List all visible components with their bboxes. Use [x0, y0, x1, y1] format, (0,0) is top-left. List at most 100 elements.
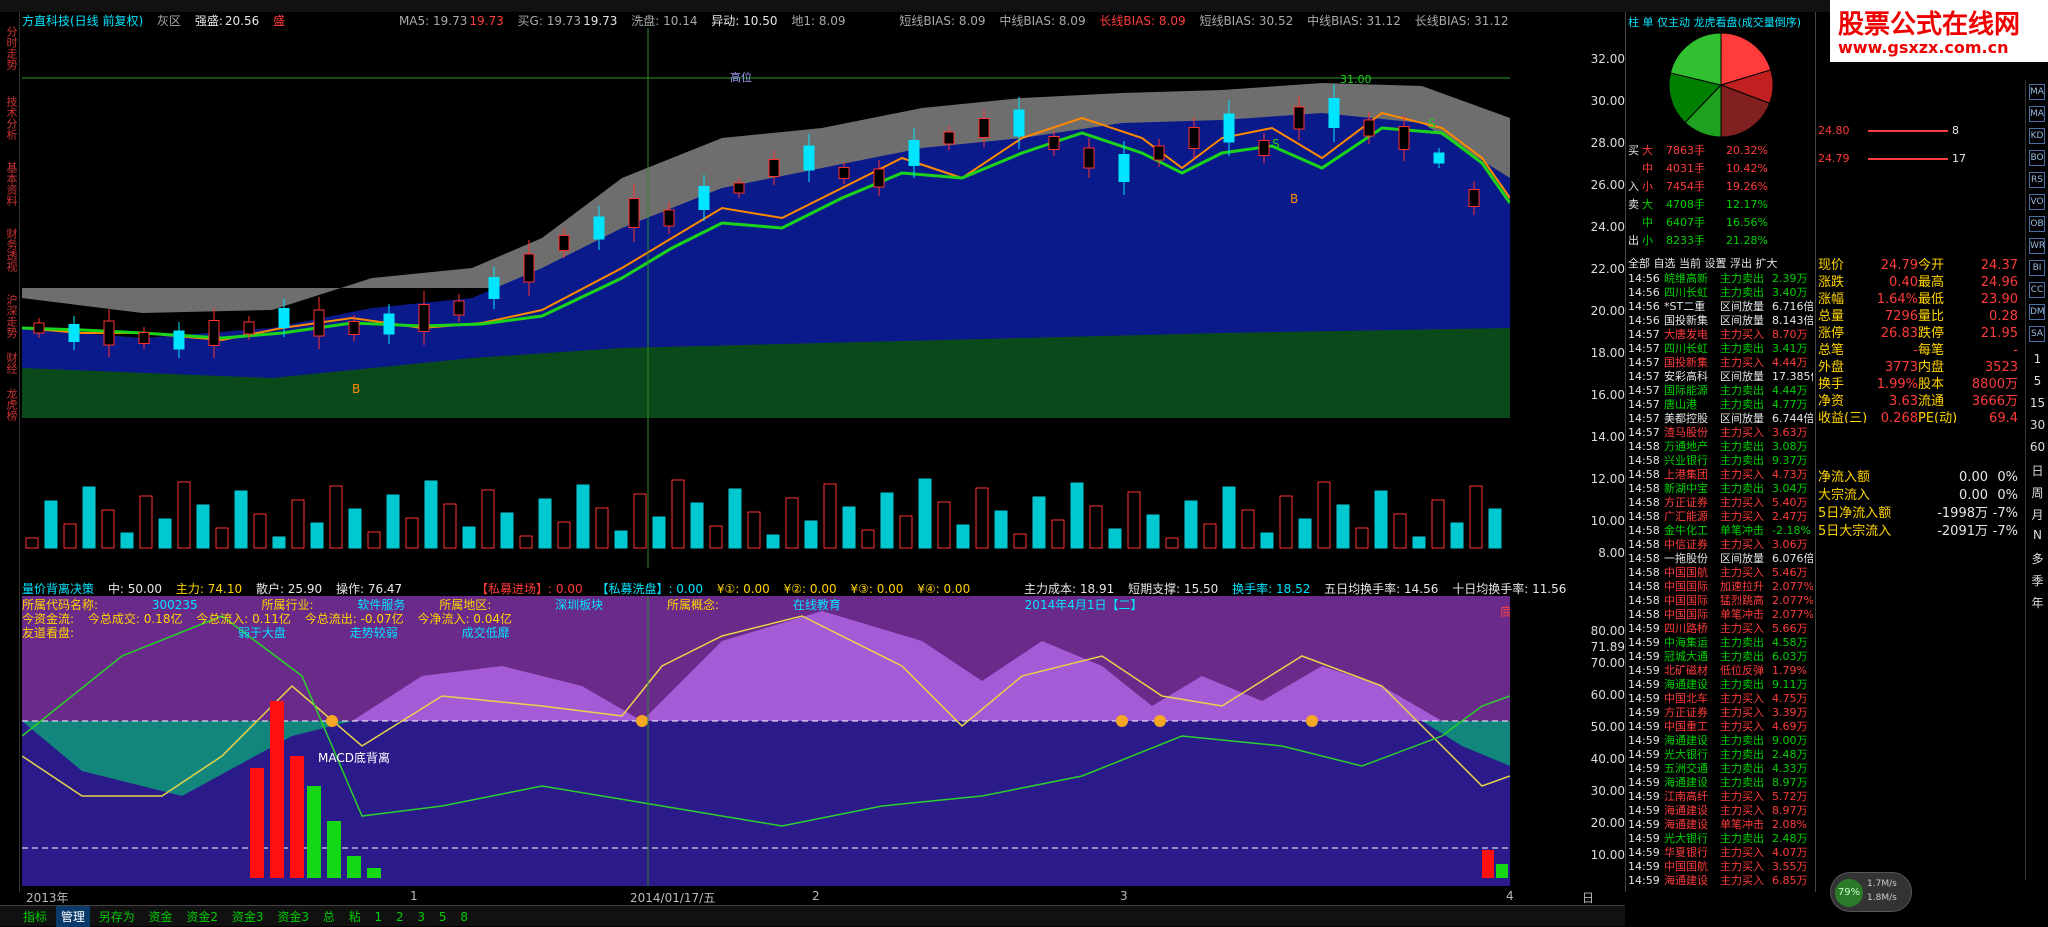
cycle-8[interactable]: N — [2026, 528, 2048, 542]
macd-icon[interactable]: MA — [2029, 106, 2045, 122]
tick-row[interactable]: 14:59 海通建设 主力卖出 8.97万 — [1628, 774, 1813, 788]
tab-3[interactable]: 3 — [412, 908, 430, 926]
cycle-6[interactable]: 周 — [2026, 484, 2048, 501]
tick-row[interactable]: 14:57 国投新集 主力买入 4.44万 — [1628, 354, 1813, 368]
vol-icon[interactable]: VO — [2029, 194, 2045, 210]
tick-row[interactable]: 14:59 海通建设 主力卖出 9.11万 — [1628, 676, 1813, 690]
tick-row[interactable]: 14:59 方正证券 主力买入 3.39万 — [1628, 704, 1813, 718]
cycle-2[interactable]: 15 — [2026, 396, 2048, 410]
tab-stick[interactable]: 粘 — [344, 906, 366, 927]
cycle-1[interactable]: 5 — [2026, 374, 2048, 388]
tick-row[interactable]: 14:57 唐山港 主力卖出 4.77万 — [1628, 396, 1813, 410]
cycle-4[interactable]: 60 — [2026, 440, 2048, 454]
cycle-7[interactable]: 月 — [2026, 506, 2048, 523]
rsi-icon[interactable]: RS — [2029, 172, 2045, 188]
axis-label: 71.89 — [1590, 640, 1625, 654]
tick-row[interactable]: 14:59 海通建设 主力买入 6.85万 — [1628, 872, 1813, 886]
tick-row[interactable]: 14:56 *ST二重 区间放量 6.716倍 — [1628, 298, 1813, 312]
tick-row[interactable]: 14:58 广汇能源 主力买入 2.47万 — [1628, 508, 1813, 522]
tick-type: 主力买入 — [1720, 804, 1764, 816]
tick-row[interactable]: 14:57 大唐发电 主力买入 8.70万 — [1628, 326, 1813, 340]
tab-8[interactable]: 8 — [455, 908, 473, 926]
tick-row[interactable]: 14:58 中信证券 主力买入 3.06万 — [1628, 536, 1813, 550]
tick-row[interactable]: 14:58 中国国航 主力买入 5.46万 — [1628, 564, 1813, 578]
tab-fund3[interactable]: 资金3 — [227, 906, 269, 927]
dmi-icon[interactable]: DM — [2029, 304, 2045, 320]
tick-row[interactable]: 14:59 中国国航 主力买入 3.55万 — [1628, 858, 1813, 872]
tick-row[interactable]: 14:59 华夏银行 主力买入 4.07万 — [1628, 844, 1813, 858]
tab-basic[interactable]: 基本资料 — [2, 162, 18, 206]
tick-row[interactable]: 14:58 方正证券 主力买入 5.40万 — [1628, 494, 1813, 508]
tick-row[interactable]: 14:59 江南高纤 主力买入 5.72万 — [1628, 788, 1813, 802]
tab-2[interactable]: 2 — [391, 908, 409, 926]
bias-icon[interactable]: BI — [2029, 260, 2045, 276]
tick-row[interactable]: 14:58 中国国际 单笔冲击 2.077% — [1628, 606, 1813, 620]
tick-tabs[interactable]: 全部 自选 当前 设置 浮出 扩大 — [1628, 255, 1813, 269]
tab-news[interactable]: 财经 — [2, 352, 18, 374]
tick-row[interactable]: 14:59 北矿磁材 低位反弹 1.79% — [1628, 662, 1813, 676]
tab-finance[interactable]: 财务透视 — [2, 228, 18, 272]
kdj-icon[interactable]: KD — [2029, 128, 2045, 144]
tick-row[interactable]: 14:59 海通建设 主力卖出 9.00万 — [1628, 732, 1813, 746]
tick-row[interactable]: 14:59 五洲交通 主力卖出 4.33万 — [1628, 760, 1813, 774]
tab-fund3b[interactable]: 资金3 — [272, 906, 314, 927]
indicator-name[interactable]: 量价背离决策 — [22, 582, 94, 596]
tick-row[interactable]: 14:57 四川长虹 主力卖出 3.41万 — [1628, 340, 1813, 354]
tick-row[interactable]: 14:58 上港集团 主力买入 4.73万 — [1628, 466, 1813, 480]
ma-icon[interactable]: MA — [2029, 84, 2045, 100]
tick-row[interactable]: 14:59 中海集运 主力卖出 4.58万 — [1628, 634, 1813, 648]
cycle-5[interactable]: 日 — [2026, 462, 2048, 479]
obv-icon[interactable]: OB — [2029, 216, 2045, 232]
tab-dragon[interactable]: 龙虎榜 — [2, 388, 18, 421]
tick-row[interactable]: 14:58 金牛化工 单笔冲击 -2.18% — [1628, 522, 1813, 536]
tick-row[interactable]: 14:57 国际能源 主力卖出 4.44万 — [1628, 382, 1813, 396]
tab-5[interactable]: 5 — [434, 908, 452, 926]
tick-row[interactable]: 14:56 国投新集 区间放量 8.143倍 — [1628, 312, 1813, 326]
tab-fund2[interactable]: 资金2 — [181, 906, 223, 927]
tick-row[interactable]: 14:59 冠城大通 主力卖出 6.03万 — [1628, 648, 1813, 662]
tick-row[interactable]: 14:59 中国重工 主力买入 4.69万 — [1628, 718, 1813, 732]
trade-header[interactable]: 柱 单 仅主动 龙虎看盘(成交量倒序) — [1628, 14, 1813, 28]
tick-row[interactable]: 14:57 美都控股 区间放量 6.744倍 — [1628, 410, 1813, 424]
wr-icon[interactable]: WR — [2029, 238, 2045, 254]
tab-technical[interactable]: 技术分析 — [2, 96, 18, 140]
tick-row[interactable]: 14:59 光大银行 主力卖出 2.48万 — [1628, 746, 1813, 760]
tick-time: 14:57 — [1628, 328, 1660, 340]
cycle-9[interactable]: 多 — [2026, 550, 2048, 567]
tick-row[interactable]: 14:56 皖维高新 主力卖出 2.39万 — [1628, 270, 1813, 284]
tick-row[interactable]: 14:57 渣马股份 主力买入 3.63万 — [1628, 424, 1813, 438]
tick-row[interactable]: 14:58 一拖股份 区间放量 6.076倍 — [1628, 550, 1813, 564]
tick-row[interactable]: 14:59 海通建设 主力买入 8.97万 — [1628, 802, 1813, 816]
tick-row[interactable]: 14:59 光大银行 主力卖出 2.48万 — [1628, 830, 1813, 844]
tick-row[interactable]: 14:59 四川路桥 主力买入 5.66万 — [1628, 620, 1813, 634]
cci-icon[interactable]: CC — [2029, 282, 2045, 298]
quote-value: 7296 — [1884, 309, 1918, 321]
sar-icon[interactable]: SA — [2029, 326, 2045, 342]
tab-hushen[interactable]: 沪深走势 — [2, 294, 18, 338]
tick-row[interactable]: 14:58 万通地产 主力卖出 3.08万 — [1628, 438, 1813, 452]
kline-chart[interactable]: B B S S 31.00 高位 — [22, 28, 1510, 568]
tick-row[interactable]: 14:56 四川长虹 主力卖出 3.40万 — [1628, 284, 1813, 298]
tick-row[interactable]: 14:58 中国国际 猛烈跳高 2.077% — [1628, 592, 1813, 606]
tick-row[interactable]: 14:58 中国国际 加速拉升 2.077% — [1628, 578, 1813, 592]
cycle-0[interactable]: 1 — [2026, 352, 2048, 366]
tab-1[interactable]: 1 — [369, 908, 387, 926]
cycle-10[interactable]: 季 — [2026, 572, 2048, 589]
boll-icon[interactable]: BO — [2029, 150, 2045, 166]
cycle-3[interactable]: 30 — [2026, 418, 2048, 432]
tick-row[interactable]: 14:59 海通建设 单笔冲击 2.08% — [1628, 816, 1813, 830]
tick-stock: 一拖股份 — [1664, 552, 1708, 564]
tick-row[interactable]: 14:59 中国北车 主力买入 4.75万 — [1628, 690, 1813, 704]
tab-fund[interactable]: 资金 — [144, 906, 178, 927]
tab-indicator[interactable]: 指标 — [18, 906, 52, 927]
tab-total[interactable]: 总 — [318, 906, 340, 927]
tick-row[interactable]: 14:58 兴业银行 主力卖出 9.37万 — [1628, 452, 1813, 466]
tick-row[interactable]: 14:58 新湖中宝 主力卖出 3.04万 — [1628, 480, 1813, 494]
axis-label: 16.00 — [1590, 388, 1625, 402]
tab-manage[interactable]: 管理 — [55, 906, 90, 927]
tick-type: 主力卖出 — [1720, 454, 1764, 466]
tab-save-as[interactable]: 另存为 — [94, 906, 140, 927]
cycle-11[interactable]: 年 — [2026, 594, 2048, 611]
tab-timeshare[interactable]: 分时走势 — [2, 26, 18, 70]
tick-row[interactable]: 14:57 安彩高科区间放量 17.385倍 — [1628, 368, 1813, 382]
